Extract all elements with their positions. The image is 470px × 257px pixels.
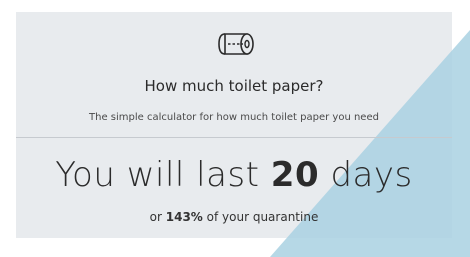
result-prefix: You will last xyxy=(55,155,260,195)
detail-prefix: or xyxy=(149,210,162,224)
detail-suffix: of your quarantine xyxy=(206,210,319,224)
result-days: 20 xyxy=(270,155,320,195)
detail-percent: 143% xyxy=(165,210,203,224)
toilet-paper-icon xyxy=(217,30,255,58)
page-subtitle: The simple calculator for how much toile… xyxy=(89,112,379,123)
result-detail: or 143% of your quarantine xyxy=(16,210,452,224)
divider xyxy=(16,137,452,138)
result-suffix: days xyxy=(330,155,413,195)
result-text: You will last 20 days xyxy=(16,155,452,195)
page-title: How much toilet paper? xyxy=(144,77,324,95)
page: How much toilet paper? The simple calcul… xyxy=(0,0,470,257)
